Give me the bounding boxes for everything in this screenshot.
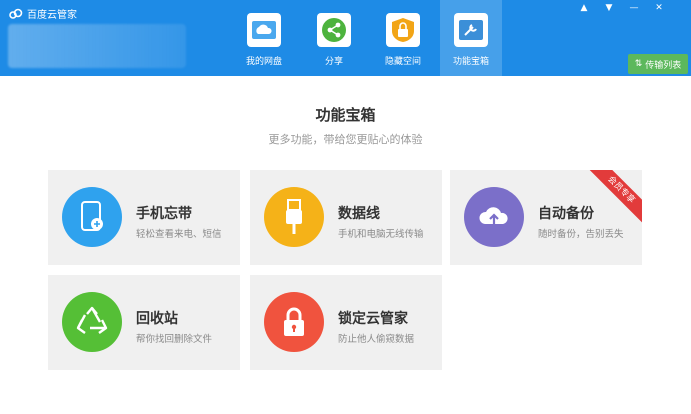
- page-subtitle: 更多功能，带给您更贴心的体验: [268, 133, 423, 146]
- card-title: 锁定云管家: [338, 311, 408, 327]
- page-title: 功能宝箱: [315, 106, 376, 124]
- card-desc: 轻松查看来电、短信: [136, 229, 222, 240]
- user-info-blurred[interactable]: [8, 24, 186, 68]
- wrench-icon: [454, 13, 488, 47]
- tab-toolbox[interactable]: 功能宝箱: [440, 0, 502, 76]
- usb-icon: [264, 187, 324, 247]
- app-logo: 百度云管家: [9, 6, 77, 21]
- card-title: 回收站: [136, 311, 178, 327]
- card-title: 手机忘带: [136, 206, 192, 222]
- card-title: 自动备份: [538, 206, 594, 222]
- tab-share[interactable]: 分享: [303, 0, 365, 76]
- card-lock-app[interactable]: 锁定云管家 防止他人偷窥数据: [250, 275, 442, 370]
- app-title: 百度云管家: [27, 10, 77, 21]
- menu-icon[interactable]: ▼: [602, 2, 616, 14]
- title-bar: 百度云管家 我的网盘 分享 隐藏空间 功能宝箱 ▲ ▼ — ✕ ⇅ 传输列表: [0, 0, 691, 76]
- lock-icon: [386, 13, 420, 47]
- close-button[interactable]: ✕: [652, 2, 666, 14]
- tab-label: 隐藏空间: [384, 57, 421, 67]
- cloud-icon: [247, 13, 281, 47]
- tab-label: 我的网盘: [245, 57, 282, 67]
- card-desc: 随时备份，告别丢失: [538, 229, 624, 240]
- tab-hidden-space[interactable]: 隐藏空间: [372, 0, 434, 76]
- baidu-cloud-logo-icon: [9, 8, 23, 19]
- card-data-cable[interactable]: 数据线 手机和电脑无线传输: [250, 170, 442, 265]
- minimize-button[interactable]: —: [627, 2, 641, 14]
- card-desc: 帮你找回删除文件: [136, 334, 213, 345]
- tab-label: 分享: [324, 57, 343, 67]
- tab-my-disk[interactable]: 我的网盘: [233, 0, 295, 76]
- transfer-label: 传输列表: [645, 60, 682, 71]
- card-recycle-bin[interactable]: 回收站 帮你找回删除文件: [48, 275, 240, 370]
- card-phone-forgotten[interactable]: 手机忘带 轻松查看来电、短信: [48, 170, 240, 265]
- phone-icon: [62, 187, 122, 247]
- tab-label: 功能宝箱: [452, 57, 489, 67]
- transfer-icon: ⇅: [634, 59, 643, 69]
- card-desc: 防止他人偷窥数据: [338, 334, 415, 345]
- cloud-upload-icon: [464, 187, 524, 247]
- share-icon: [317, 13, 351, 47]
- card-auto-backup[interactable]: 自动备份 随时备份，告别丢失 会员专享: [450, 170, 642, 265]
- lock-icon: [264, 292, 324, 352]
- card-title: 数据线: [338, 206, 380, 222]
- pin-icon[interactable]: ▲: [577, 2, 591, 14]
- transfer-list-button[interactable]: ⇅ 传输列表: [628, 54, 688, 74]
- card-desc: 手机和电脑无线传输: [338, 229, 424, 240]
- recycle-icon: [62, 292, 122, 352]
